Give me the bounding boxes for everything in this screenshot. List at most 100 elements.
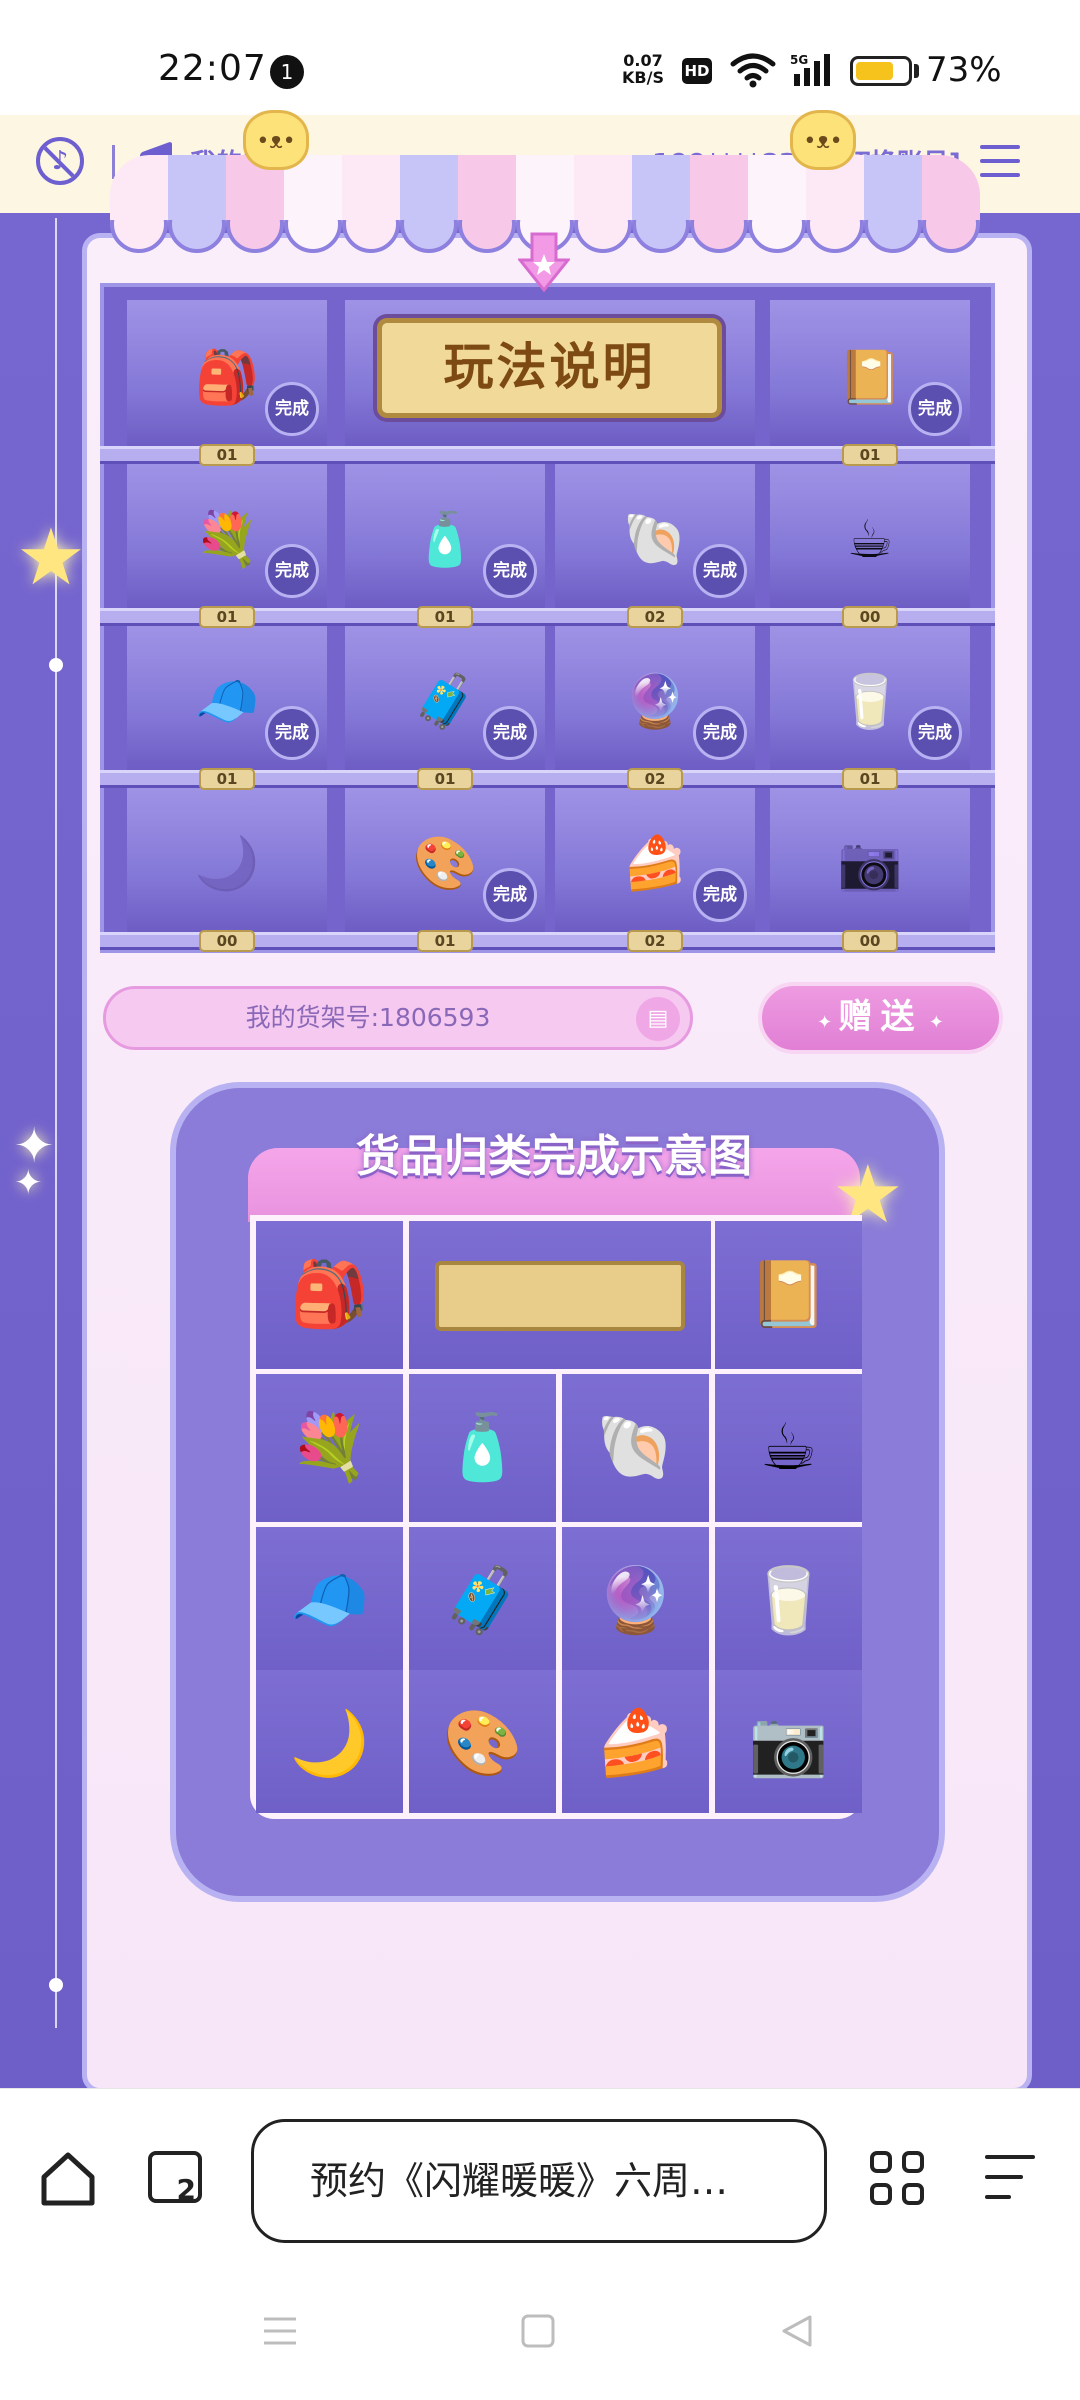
complete-badge: 完成 bbox=[693, 544, 747, 598]
status-bar: 22:07 1 0.07 KB/S HD 5G 73% bbox=[0, 0, 1080, 115]
awning-scallop bbox=[342, 220, 400, 253]
gift-button-label: 赠送 bbox=[838, 997, 923, 1037]
shelf-cell-cake-slice[interactable]: 🍰 完成 bbox=[555, 786, 755, 932]
item-count-tag: 01 bbox=[417, 930, 473, 952]
placeholder-board bbox=[435, 1261, 685, 1331]
recent-apps-icon[interactable] bbox=[262, 2313, 298, 2349]
tabs-icon[interactable]: 2 bbox=[148, 2151, 202, 2206]
complete-badge: 完成 bbox=[483, 544, 537, 598]
item-count-tag: 01 bbox=[199, 444, 255, 466]
battery-fill bbox=[856, 62, 893, 80]
shelf-cell-shell-ring-box[interactable]: 🐚 完成 bbox=[555, 462, 755, 608]
shelf-cell-camera[interactable]: 📷 bbox=[770, 786, 970, 932]
shelf-cell-photo-album[interactable]: 📔 完成 bbox=[770, 300, 970, 446]
shelf-cell-bunny-backpack[interactable]: 🎒 完成 bbox=[127, 300, 327, 446]
grid-cell-moon-pillow: 🌙 bbox=[256, 1670, 403, 1813]
photo-album-icon: 📔 bbox=[748, 1258, 829, 1332]
shelf-cell-cat-ear-hat[interactable]: 🧢 完成 bbox=[127, 624, 327, 770]
grid-cell-suitcase: 🧳 bbox=[409, 1527, 556, 1675]
grid-cell-crystal-ball: 🔮 bbox=[562, 1527, 709, 1675]
sparkle-icon: ✦ bbox=[817, 1012, 839, 1033]
grid-cell-photo-album: 📔 bbox=[715, 1221, 862, 1369]
back-icon[interactable] bbox=[778, 2313, 814, 2349]
hd-icon: HD bbox=[682, 58, 712, 84]
shelf-cell-nikki-eyeshadow[interactable]: 🎨 完成 bbox=[345, 786, 545, 932]
clock: 22:07 bbox=[158, 48, 267, 89]
item-count-tag: 01 bbox=[417, 768, 473, 790]
cake-slice-icon: 🍰 bbox=[595, 1707, 676, 1781]
item-count-tag: 01 bbox=[199, 768, 255, 790]
awning-scallop bbox=[400, 220, 458, 253]
grid-cell-shell-ring-box: 🐚 bbox=[562, 1374, 709, 1522]
awning-scallop bbox=[110, 220, 168, 253]
notification-badge: 1 bbox=[270, 55, 304, 89]
shelf-cell-bunny-mug[interactable]: ☕ bbox=[770, 462, 970, 608]
grid-cell-flower-basket: 💐 bbox=[256, 1374, 403, 1522]
home-nav-icon[interactable] bbox=[520, 2313, 556, 2349]
menu-icon[interactable] bbox=[985, 2155, 1037, 2201]
awning-stripe bbox=[458, 155, 516, 225]
how-to-play-button[interactable]: 玩法说明 bbox=[377, 318, 722, 418]
grid-cell-nikki-eyeshadow: 🎨 bbox=[409, 1670, 556, 1813]
shelf-cell-suitcase[interactable]: 🧳 完成 bbox=[345, 624, 545, 770]
signal-icon: 5G bbox=[790, 53, 830, 86]
awning-scallop bbox=[864, 220, 922, 253]
item-count-tag: 01 bbox=[199, 606, 255, 628]
item-count-tag: 00 bbox=[842, 930, 898, 952]
copy-icon[interactable]: ▤ bbox=[636, 997, 680, 1041]
moon-pillow-icon: 🌙 bbox=[194, 834, 260, 894]
awning-scallop bbox=[458, 220, 516, 253]
cat-mascot-left: •ᴥ• bbox=[243, 110, 309, 170]
shelf-cell-flower-basket[interactable]: 💐 完成 bbox=[127, 462, 327, 608]
complete-badge: 完成 bbox=[483, 706, 537, 760]
shelf-cell-crystal-ball[interactable]: 🔮 完成 bbox=[555, 624, 755, 770]
awning-scallop bbox=[284, 220, 342, 253]
shelf-cell-milk-carton[interactable]: 🥛 完成 bbox=[770, 624, 970, 770]
item-count-tag: 02 bbox=[627, 930, 683, 952]
hamburger-icon[interactable] bbox=[980, 145, 1020, 181]
nikki-eyeshadow-icon: 🎨 bbox=[442, 1707, 523, 1781]
complete-badge: 完成 bbox=[483, 868, 537, 922]
nikki-eyeshadow-icon: 🎨 bbox=[412, 834, 478, 894]
grid-cell-milk-carton: 🥛 bbox=[715, 1527, 862, 1675]
shelf-cell-perfume-bottle[interactable]: 🧴 完成 bbox=[345, 462, 545, 608]
cat-ear-hat-icon: 🧢 bbox=[289, 1564, 370, 1638]
grid-icon[interactable] bbox=[870, 2151, 930, 2211]
suitcase-icon: 🧳 bbox=[412, 672, 478, 732]
awning-scallop bbox=[690, 220, 748, 253]
cake-slice-icon: 🍰 bbox=[622, 834, 688, 894]
address-bar[interactable]: 预约《闪耀暖暖》六周… bbox=[251, 2119, 827, 2243]
moon-pillow-icon: 🌙 bbox=[289, 1707, 370, 1781]
awning-stripe bbox=[574, 155, 632, 225]
complete-badge: 完成 bbox=[265, 706, 319, 760]
awning-stripe bbox=[632, 155, 690, 225]
music-off-icon[interactable]: ♪ bbox=[36, 137, 84, 185]
bunny-mug-icon: ☕ bbox=[759, 1411, 818, 1485]
bunny-backpack-icon: 🎒 bbox=[194, 348, 260, 408]
item-count-tag: 00 bbox=[842, 606, 898, 628]
gift-button[interactable]: ✦ 赠送 ✦ bbox=[758, 982, 1003, 1054]
shelf-cell-moon-pillow[interactable]: 🌙 bbox=[127, 786, 327, 932]
bunny-backpack-icon: 🎒 bbox=[289, 1258, 370, 1332]
battery-icon bbox=[850, 56, 912, 86]
cat-ear-hat-icon: 🧢 bbox=[194, 672, 260, 732]
perfume-bottle-icon: 🧴 bbox=[412, 510, 478, 570]
shell-ring-box-icon: 🐚 bbox=[622, 510, 688, 570]
milk-carton-icon: 🥛 bbox=[748, 1564, 829, 1638]
browser-toolbar: 2 预约《闪耀暖暖》六周… bbox=[0, 2088, 1080, 2274]
camera-icon: 📷 bbox=[748, 1707, 829, 1781]
complete-badge: 完成 bbox=[693, 868, 747, 922]
grid-cell-cat-ear-hat: 🧢 bbox=[256, 1527, 403, 1675]
cat-mascot-right: •ᴥ• bbox=[790, 110, 856, 170]
awning-stripe bbox=[400, 155, 458, 225]
shell-ring-box-icon: 🐚 bbox=[595, 1411, 676, 1485]
photo-album-icon: 📔 bbox=[837, 348, 903, 408]
awning-scallop bbox=[748, 220, 806, 253]
network-speed-unit: KB/S bbox=[622, 68, 664, 87]
battery-tip bbox=[914, 64, 919, 78]
flower-basket-icon: 💐 bbox=[194, 510, 260, 570]
bunny-mug-icon: ☕ bbox=[846, 510, 894, 570]
item-count-tag: 01 bbox=[842, 768, 898, 790]
grid-cell-camera: 📷 bbox=[715, 1670, 862, 1813]
home-icon[interactable] bbox=[38, 2149, 98, 2209]
